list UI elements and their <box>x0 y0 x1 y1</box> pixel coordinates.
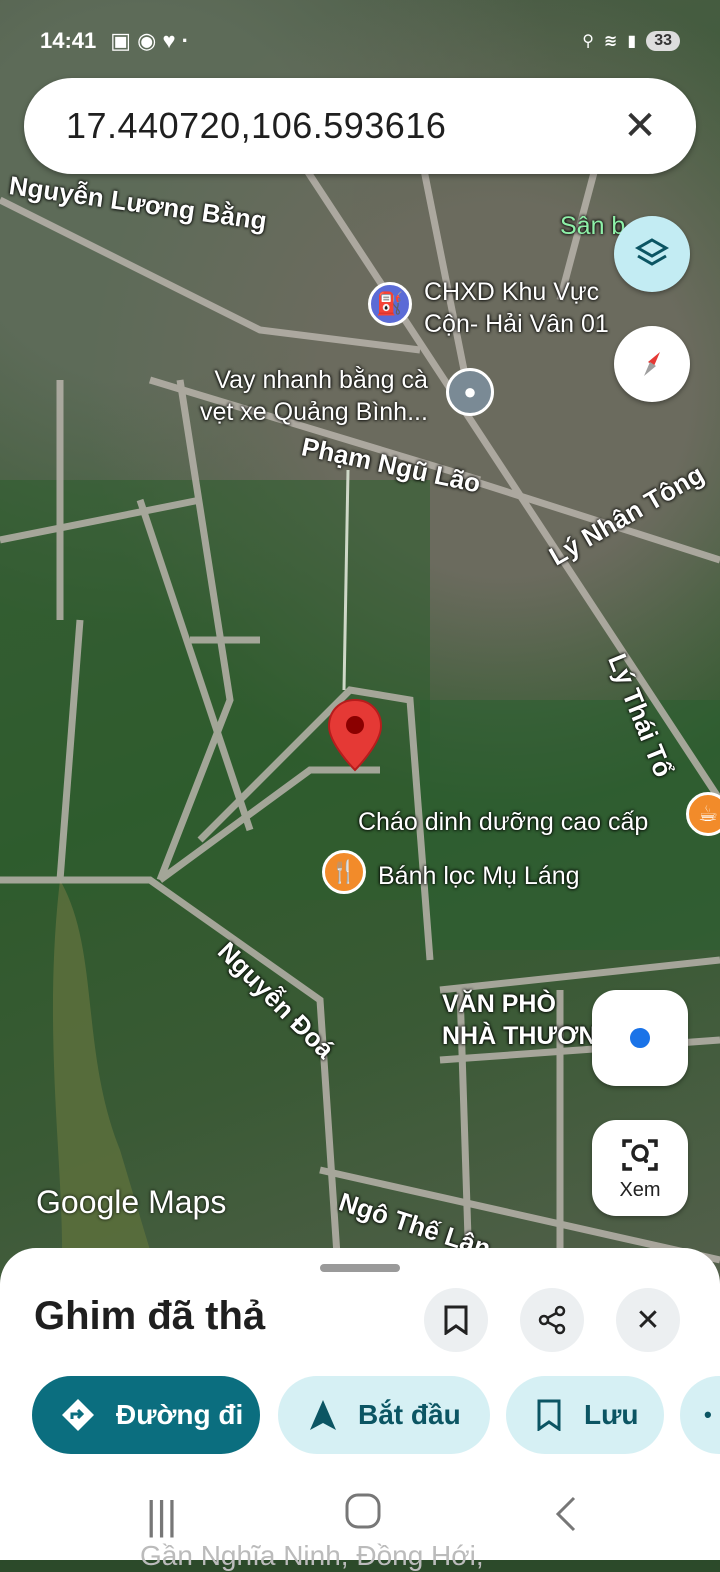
directions-icon <box>62 1399 94 1431</box>
poi-label[interactable]: Sân b <box>560 210 625 242</box>
search-bar[interactable]: 17.440720,106.593616 ✕ <box>24 78 696 174</box>
bottom-sheet[interactable]: Ghim đã thả ✕ Đường đi Bắt đầu Lưu • Gần… <box>0 1248 720 1571</box>
home-icon <box>345 1493 381 1529</box>
my-location-icon <box>626 1024 654 1052</box>
signal-icon: ▮ <box>627 33 637 50</box>
more-actions-chip[interactable]: • <box>680 1376 720 1454</box>
location-icon: ⚲ <box>582 33 594 50</box>
layers-button[interactable] <box>614 216 690 292</box>
back-icon <box>555 1496 576 1532</box>
poi-label[interactable]: CHXD Khu Vực Cộn- Hải Vân 01 <box>424 276 609 340</box>
bookmark-icon <box>537 1399 561 1431</box>
address-text: Gần Nghĩa Ninh, Đồng Hới, <box>140 1540 484 1571</box>
recent-apps-button[interactable]: ||| <box>146 1494 177 1539</box>
share-icon: • <box>704 1402 712 1427</box>
start-button[interactable]: Bắt đầu <box>278 1376 490 1454</box>
compass-icon <box>644 352 660 376</box>
status-icons: ⚲ ≋ ▮ 33 <box>582 31 680 51</box>
place-title: Ghim đã thả <box>34 1294 266 1338</box>
status-bar: 14:41 ▣ ◉ ♥ · ⚲ ≋ ▮ 33 <box>40 24 680 58</box>
battery-indicator: 33 <box>646 31 680 51</box>
layers-icon <box>634 238 670 266</box>
my-location-button[interactable] <box>592 990 688 1086</box>
directions-button[interactable]: Đường đi <box>32 1376 260 1454</box>
view-button-label: Xem <box>619 1178 661 1201</box>
close-icon: ✕ <box>635 1303 661 1337</box>
dropped-pin-icon[interactable] <box>327 698 383 772</box>
directions-label: Đường đi <box>116 1399 244 1430</box>
poi-label[interactable]: Cháo dinh dưỡng cao cấp <box>358 806 648 838</box>
search-input[interactable]: 17.440720,106.593616 <box>66 105 446 147</box>
camera-lens-icon <box>622 1138 658 1171</box>
drag-handle[interactable] <box>320 1264 400 1272</box>
google-maps-logo: Google Maps <box>36 1184 227 1220</box>
save-icon-button[interactable] <box>424 1288 488 1352</box>
navigation-arrow-icon <box>310 1400 336 1430</box>
close-sheet-button[interactable]: ✕ <box>616 1288 680 1352</box>
share-icon <box>538 1305 566 1335</box>
back-button[interactable] <box>552 1494 578 1544</box>
gas-station-icon[interactable]: ⛽ <box>368 282 412 326</box>
bookmark-icon <box>444 1305 468 1335</box>
share-button[interactable] <box>520 1288 584 1352</box>
clear-search-icon[interactable]: ✕ <box>620 106 660 146</box>
restaurant-icon[interactable]: 🍴 <box>322 850 366 894</box>
poi-label[interactable]: VĂN PHÒ NHÀ THƯƠN <box>442 988 597 1052</box>
notification-icons: ▣ ◉ ♥ · <box>110 28 189 53</box>
place-icon[interactable]: ● <box>446 368 494 416</box>
save-button[interactable]: Lưu <box>506 1376 664 1454</box>
compass-button[interactable] <box>614 326 690 402</box>
status-time: 14:41 <box>40 28 97 53</box>
map-view[interactable]: Nguyễn Lương Bằng Phạm Ngũ Lão Lý Nhân T… <box>0 0 720 1300</box>
start-label: Bắt đầu <box>358 1399 461 1430</box>
save-label: Lưu <box>584 1399 639 1430</box>
view-button[interactable]: Xem <box>592 1120 688 1216</box>
wifi-icon: ≋ <box>603 33 618 50</box>
home-button[interactable] <box>344 1492 382 1540</box>
poi-label[interactable]: Vay nhanh bằng cà vẹt xe Quảng Bình... <box>200 364 428 428</box>
poi-label[interactable]: Bánh lọc Mụ Láng <box>378 860 580 892</box>
